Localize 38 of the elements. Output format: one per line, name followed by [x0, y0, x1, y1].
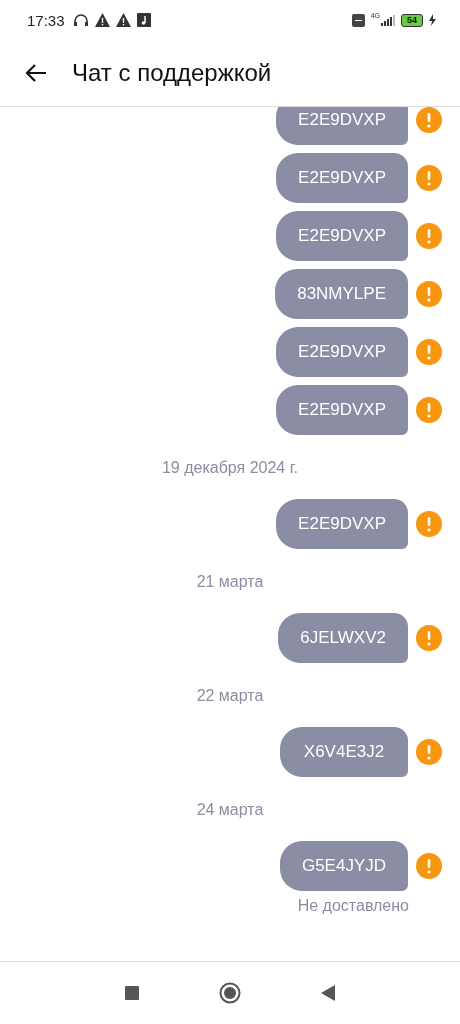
back-arrow-icon[interactable]: [25, 64, 47, 82]
home-icon[interactable]: [219, 982, 241, 1004]
volte-icon: [351, 13, 365, 27]
message-bubble[interactable]: 83NMYLPE: [275, 269, 408, 319]
status-time: 17:33: [27, 11, 65, 29]
error-icon[interactable]: [416, 223, 442, 249]
message-bubble[interactable]: E2E9DVXP: [276, 385, 408, 435]
back-icon[interactable]: [321, 985, 335, 1001]
error-icon[interactable]: [416, 853, 442, 879]
warning-icon: [94, 13, 110, 27]
error-icon[interactable]: [416, 107, 442, 133]
message-bubble[interactable]: G5E4JYJD: [279, 841, 408, 891]
message-bubble[interactable]: E2E9DVXP: [276, 211, 408, 261]
error-icon[interactable]: [416, 339, 442, 365]
message-bubble[interactable]: E2E9DVXP: [276, 107, 408, 145]
date-separator: 24 марта: [195, 801, 265, 819]
message-bubble[interactable]: 6JELWXV2: [278, 613, 408, 663]
music-app-icon: [136, 13, 151, 27]
message-bubble[interactable]: E2E9DVXP: [276, 153, 408, 203]
charging-icon: [429, 14, 436, 26]
warning-icon: [115, 13, 131, 27]
signal-icon: [381, 14, 395, 26]
error-icon[interactable]: [416, 625, 442, 651]
error-icon[interactable]: [416, 165, 442, 191]
date-separator: 21 марта: [195, 573, 265, 591]
date-separator: 22 марта: [195, 687, 265, 705]
error-icon[interactable]: [416, 281, 442, 307]
delivery-status: Не доставлено: [297, 897, 409, 915]
date-separator: 19 декабря 2024 г.: [160, 459, 300, 477]
message-bubble[interactable]: X6V4E3J2: [280, 727, 408, 777]
error-icon[interactable]: [416, 397, 442, 423]
message-bubble[interactable]: E2E9DVXP: [276, 327, 408, 377]
screen-title: Чат с поддержкой: [72, 59, 272, 87]
error-icon[interactable]: [416, 739, 442, 765]
battery-level: 54: [401, 13, 423, 27]
error-icon[interactable]: [416, 511, 442, 537]
headphones-icon: [72, 13, 89, 27]
message-bubble[interactable]: E2E9DVXP: [276, 499, 408, 549]
